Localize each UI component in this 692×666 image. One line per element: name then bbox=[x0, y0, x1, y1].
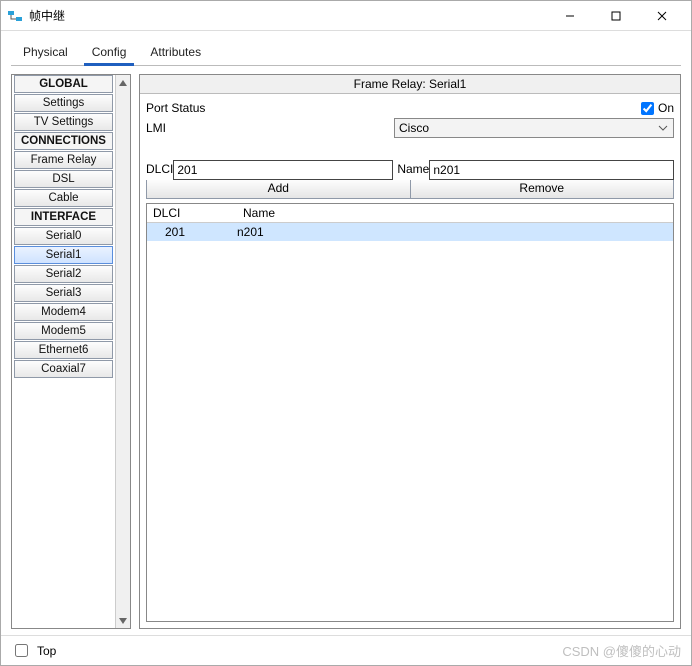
cell-dlci: 201 bbox=[147, 225, 237, 239]
sidebar: GLOBALSettingsTV SettingsCONNECTIONSFram… bbox=[11, 74, 131, 629]
scroll-up-icon[interactable] bbox=[116, 75, 130, 90]
chevron-down-icon bbox=[657, 122, 669, 134]
tabs: Physical Config Attributes bbox=[11, 41, 681, 66]
close-button[interactable] bbox=[639, 1, 685, 31]
lmi-select[interactable]: Cisco bbox=[394, 118, 674, 138]
sidebar-item[interactable]: Modem5 bbox=[14, 322, 113, 340]
sidebar-header: GLOBAL bbox=[14, 75, 113, 93]
sidebar-item[interactable]: Cable bbox=[14, 189, 113, 207]
port-status-checkbox[interactable] bbox=[641, 102, 654, 115]
tab-config[interactable]: Config bbox=[80, 41, 139, 65]
sidebar-item[interactable]: Serial2 bbox=[14, 265, 113, 283]
name-label: Name bbox=[397, 160, 429, 180]
col-header-dlci[interactable]: DLCI bbox=[147, 204, 237, 222]
titlebar: 帧中继 bbox=[1, 1, 691, 31]
dlci-input[interactable] bbox=[173, 160, 393, 180]
footer: Top CSDN @傻傻的心动 bbox=[1, 635, 691, 665]
sidebar-item[interactable]: Modem4 bbox=[14, 303, 113, 321]
sidebar-header: CONNECTIONS bbox=[14, 132, 113, 150]
sidebar-item[interactable]: Serial3 bbox=[14, 284, 113, 302]
main-panel: Frame Relay: Serial1 Port Status On LMI bbox=[139, 74, 681, 629]
sidebar-item[interactable]: Coaxial7 bbox=[14, 360, 113, 378]
table-row[interactable]: 201n201 bbox=[147, 223, 673, 241]
port-status-toggle[interactable]: On bbox=[641, 101, 674, 115]
sidebar-item[interactable]: Ethernet6 bbox=[14, 341, 113, 359]
sidebar-item[interactable]: Settings bbox=[14, 94, 113, 112]
watermark: CSDN @傻傻的心动 bbox=[562, 641, 681, 660]
tab-physical[interactable]: Physical bbox=[11, 41, 80, 65]
top-label: Top bbox=[37, 644, 56, 658]
top-checkbox[interactable] bbox=[15, 644, 28, 657]
cell-name: n201 bbox=[237, 225, 673, 239]
sidebar-item[interactable]: DSL bbox=[14, 170, 113, 188]
window-title: 帧中继 bbox=[29, 7, 65, 24]
remove-button[interactable]: Remove bbox=[411, 180, 675, 199]
app-icon bbox=[7, 8, 23, 24]
lmi-value: Cisco bbox=[399, 121, 429, 135]
sidebar-item[interactable]: TV Settings bbox=[14, 113, 113, 131]
sidebar-header: INTERFACE bbox=[14, 208, 113, 226]
scroll-down-icon[interactable] bbox=[116, 613, 130, 628]
dlci-label: DLCI bbox=[146, 160, 173, 180]
on-label: On bbox=[658, 101, 674, 115]
sidebar-item[interactable]: Serial0 bbox=[14, 227, 113, 245]
sidebar-item[interactable]: Frame Relay bbox=[14, 151, 113, 169]
scroll-track[interactable] bbox=[116, 90, 130, 613]
sidebar-item[interactable]: Serial1 bbox=[14, 246, 113, 264]
name-input[interactable] bbox=[429, 160, 674, 180]
maximize-button[interactable] bbox=[593, 1, 639, 31]
port-status-label: Port Status bbox=[146, 101, 205, 115]
app-window: 帧中继 Physical Config Attributes GLOBALSet… bbox=[0, 0, 692, 666]
workarea: GLOBALSettingsTV SettingsCONNECTIONSFram… bbox=[11, 74, 681, 629]
sidebar-scrollbar[interactable] bbox=[115, 75, 130, 628]
tab-attributes[interactable]: Attributes bbox=[138, 41, 213, 65]
lmi-label: LMI bbox=[146, 121, 394, 135]
col-header-name[interactable]: Name bbox=[237, 204, 673, 222]
dlci-table: DLCI Name 201n201 bbox=[146, 203, 674, 622]
add-button[interactable]: Add bbox=[146, 180, 411, 199]
panel-title: Frame Relay: Serial1 bbox=[140, 75, 680, 94]
minimize-button[interactable] bbox=[547, 1, 593, 31]
content-area: Physical Config Attributes GLOBALSetting… bbox=[1, 31, 691, 635]
